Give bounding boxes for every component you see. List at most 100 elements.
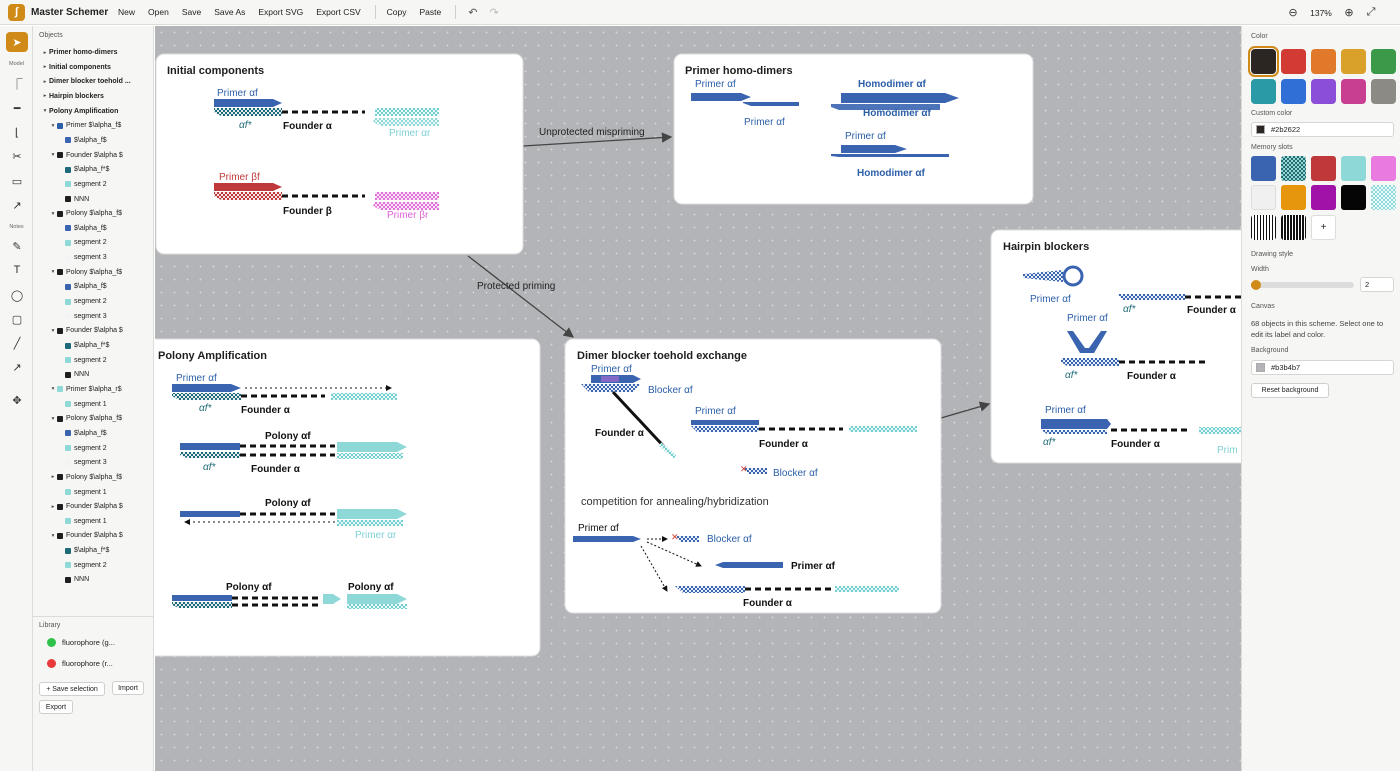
text-tool-icon[interactable]: T	[6, 260, 28, 280]
dimer2-primer-strand[interactable]	[691, 420, 759, 425]
memory-slot[interactable]	[1281, 185, 1306, 210]
hairpin3-complement[interactable]	[1041, 430, 1107, 434]
memory-slot[interactable]	[1371, 185, 1396, 210]
frame-initial-components[interactable]: Initial components Primer αf αf* Founder…	[155, 53, 524, 255]
expand-chevron-icon[interactable]: ▾	[49, 386, 57, 392]
expand-chevron-icon[interactable]: ▾	[49, 211, 57, 217]
polony5-complement[interactable]	[347, 604, 407, 609]
tree-item[interactable]: segment 2	[33, 559, 154, 572]
memory-slot[interactable]	[1341, 185, 1366, 210]
width-slider-handle[interactable]	[1251, 280, 1261, 290]
tree-item[interactable]: $\alpha_f$	[33, 222, 154, 235]
tree-item[interactable]: segment 2	[33, 236, 154, 249]
tree-item[interactable]: $\alpha_f*$	[33, 163, 154, 176]
hairpin-founder-complement[interactable]	[1117, 294, 1185, 300]
tree-item[interactable]: segment 3	[33, 456, 154, 469]
homodimer2-bottom[interactable]	[831, 154, 949, 157]
tree-item[interactable]: ▾ Founder $\alpha $	[33, 324, 154, 337]
tree-item[interactable]: segment 2	[33, 354, 154, 367]
expand-chevron-icon[interactable]: ▸	[41, 79, 49, 85]
expand-chevron-icon[interactable]: ▾	[49, 533, 57, 539]
homodimer-primer-bottom[interactable]	[743, 102, 799, 106]
tree-item[interactable]: segment 1	[33, 515, 154, 528]
copy-button[interactable]: Copy	[382, 4, 412, 20]
tree-group[interactable]: ▸ Primer homo-dimers	[33, 46, 154, 59]
pointer-arrow-tool-icon[interactable]: ↗	[6, 357, 28, 377]
memory-slot[interactable]	[1251, 215, 1276, 240]
pencil-icon[interactable]: ✎	[6, 236, 28, 256]
tree-item[interactable]: ▾ Polony $\alpha_f$	[33, 266, 154, 279]
expand-chevron-icon[interactable]: ▸	[49, 504, 57, 510]
polony-founder-complement[interactable]	[172, 393, 241, 400]
primer-beta-strand[interactable]	[214, 183, 282, 191]
width-slider[interactable]	[1251, 280, 1354, 290]
primer-alpha-strand[interactable]	[214, 99, 282, 107]
tree-item[interactable]: $\alpha_f*$	[33, 339, 154, 352]
tree-group[interactable]: ▸ Initial components	[33, 61, 154, 74]
tree-item[interactable]: $\alpha_f$	[33, 427, 154, 440]
expand-chevron-icon[interactable]: ▸	[41, 50, 49, 56]
polony3-primer-r-strand[interactable]	[337, 520, 403, 526]
memory-slot[interactable]	[1281, 156, 1306, 181]
expand-chevron-icon[interactable]: ▾	[49, 328, 57, 334]
tree-item[interactable]: segment 3	[33, 310, 154, 323]
color-swatch[interactable]	[1248, 46, 1279, 77]
color-swatch[interactable]	[1311, 49, 1336, 74]
founder-beta-segment2[interactable]	[375, 192, 439, 200]
line-tool-icon[interactable]: ╱	[6, 333, 28, 353]
frame-hairpin-blockers[interactable]: Hairpin blockers Primer αf αf* Founder α…	[990, 229, 1241, 464]
founder-beta-complement[interactable]	[214, 192, 282, 200]
polony2-segment2[interactable]	[337, 442, 407, 452]
frame-polony-amplification[interactable]: Polony Amplification Primer αf αf* Found…	[155, 338, 541, 657]
edge-unprotected-mispriming[interactable]: Unprotected mispriming	[522, 127, 673, 147]
save-button[interactable]: Save	[177, 4, 206, 20]
label-tool-icon[interactable]: ▭	[6, 171, 28, 191]
polony-founder-segment2[interactable]	[331, 393, 397, 400]
frame-dimer-blocker[interactable]: Dimer blocker toehold exchange Primer αf…	[564, 338, 942, 614]
polony4-complement[interactable]	[172, 602, 232, 608]
dimer3-second-primer[interactable]	[715, 562, 783, 568]
hairpin3-primer[interactable]	[1041, 419, 1111, 429]
custom-color-input[interactable]: #2b2622	[1251, 122, 1394, 137]
paste-button[interactable]: Paste	[415, 4, 447, 20]
memory-slot[interactable]	[1311, 185, 1336, 210]
polony2-af[interactable]	[180, 443, 240, 450]
export-csv-button[interactable]: Export CSV	[311, 4, 365, 20]
polony3-af[interactable]	[180, 511, 240, 517]
tree-item[interactable]: ▾ Founder $\alpha $	[33, 149, 154, 162]
undo-icon[interactable]: ↶	[462, 4, 483, 21]
founder-alpha-segment2[interactable]	[375, 108, 439, 116]
memory-slot[interactable]	[1251, 185, 1276, 210]
tree-item[interactable]: ▾ Primer $\alpha_r$	[33, 383, 154, 396]
export-svg-button[interactable]: Export SVG	[253, 4, 308, 20]
tree-group[interactable]: ▾ Polony Amplification	[33, 105, 154, 118]
reset-background-button[interactable]: Reset background	[1251, 383, 1329, 398]
color-swatch[interactable]	[1281, 79, 1306, 104]
strand-tool-icon[interactable]: ⎾	[6, 74, 28, 94]
background-color-input[interactable]: #b3b4b7	[1251, 360, 1394, 375]
segment-tool-icon[interactable]: ━	[6, 98, 28, 118]
homodimer2-top[interactable]	[841, 145, 907, 153]
scissors-icon[interactable]: ✂	[6, 146, 28, 166]
color-swatch[interactable]	[1341, 79, 1366, 104]
tree-item[interactable]: ▾ Founder $\alpha $	[33, 529, 154, 542]
add-memory-slot-icon[interactable]: +	[1311, 215, 1336, 240]
homodimer-primer-top[interactable]	[691, 93, 751, 101]
polony2-founder-complement[interactable]	[180, 452, 240, 458]
edge-dimer-to-hairpin[interactable]	[940, 401, 991, 419]
tree-item[interactable]: segment 3	[33, 251, 154, 264]
width-input[interactable]: 2	[1360, 277, 1394, 292]
memory-slot[interactable]	[1251, 156, 1276, 181]
tree-group[interactable]: ▸ Hairpin blockers	[33, 90, 154, 103]
founder-alpha-complement[interactable]	[214, 108, 282, 116]
library-item[interactable]: fluorophore (r...	[47, 659, 113, 668]
memory-slot[interactable]	[1341, 156, 1366, 181]
dimer2-complement[interactable]	[691, 426, 759, 432]
tree-item[interactable]: ▸ Founder $\alpha $	[33, 500, 154, 513]
tree-item[interactable]: $\alpha_f$	[33, 280, 154, 293]
color-swatch[interactable]	[1311, 79, 1336, 104]
tree-item[interactable]: NNN	[33, 368, 154, 381]
select-tool-icon[interactable]: ➤	[6, 32, 28, 52]
expand-chevron-icon[interactable]: ▾	[49, 152, 57, 158]
tree-item[interactable]: ▾ Polony $\alpha_f$	[33, 207, 154, 220]
